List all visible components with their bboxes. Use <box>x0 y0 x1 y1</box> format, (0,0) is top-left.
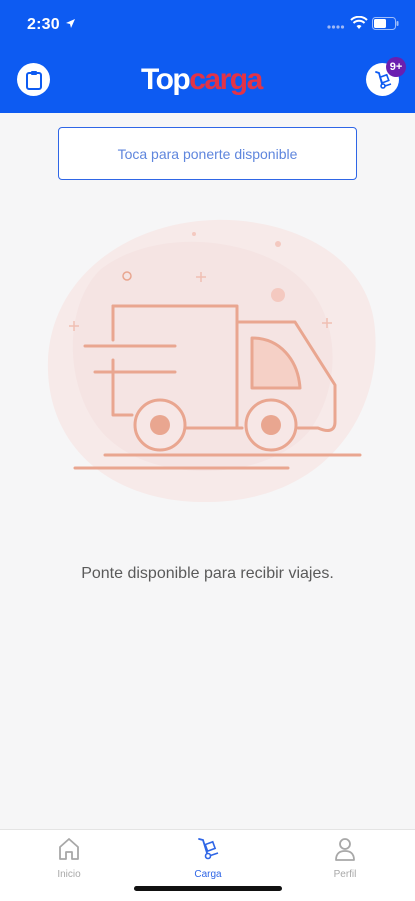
cargo-dolly-icon <box>198 838 219 860</box>
logo-top-text: Top <box>141 63 191 96</box>
home-indicator[interactable] <box>134 886 282 891</box>
location-arrow-icon <box>66 19 75 28</box>
tab-inicio-label: Inicio <box>57 869 81 880</box>
tab-inicio[interactable]: Inicio <box>24 836 114 886</box>
status-bar: 2:30 <box>0 0 415 50</box>
tab-perfil[interactable]: Perfil <box>300 836 390 886</box>
clipboard-icon <box>25 70 42 90</box>
empty-state-message: Ponte disponible para recibir viajes. <box>81 565 334 582</box>
wifi-icon <box>350 16 368 29</box>
clipboard-button[interactable] <box>17 63 50 96</box>
status-time: 2:30 <box>27 16 60 33</box>
battery-icon <box>372 17 399 30</box>
app-header: 2:30 Topcarga 9+ <box>0 0 415 113</box>
home-icon <box>59 838 79 860</box>
topcarga-logo: Topcarga <box>141 60 281 100</box>
tab-perfil-label: Perfil <box>333 869 357 880</box>
tab-carga-label: Carga <box>194 869 222 880</box>
user-icon <box>335 838 355 861</box>
nav-bar: Topcarga 9+ <box>0 55 415 105</box>
logo-carga-text: carga <box>189 63 263 96</box>
notification-badge: 9+ <box>386 57 406 77</box>
cellular-signal-icon <box>327 25 345 29</box>
availability-button[interactable]: Toca para ponerte disponible <box>58 127 357 180</box>
tab-carga[interactable]: Carga <box>163 836 253 886</box>
delivery-truck-illustration <box>47 219 376 503</box>
